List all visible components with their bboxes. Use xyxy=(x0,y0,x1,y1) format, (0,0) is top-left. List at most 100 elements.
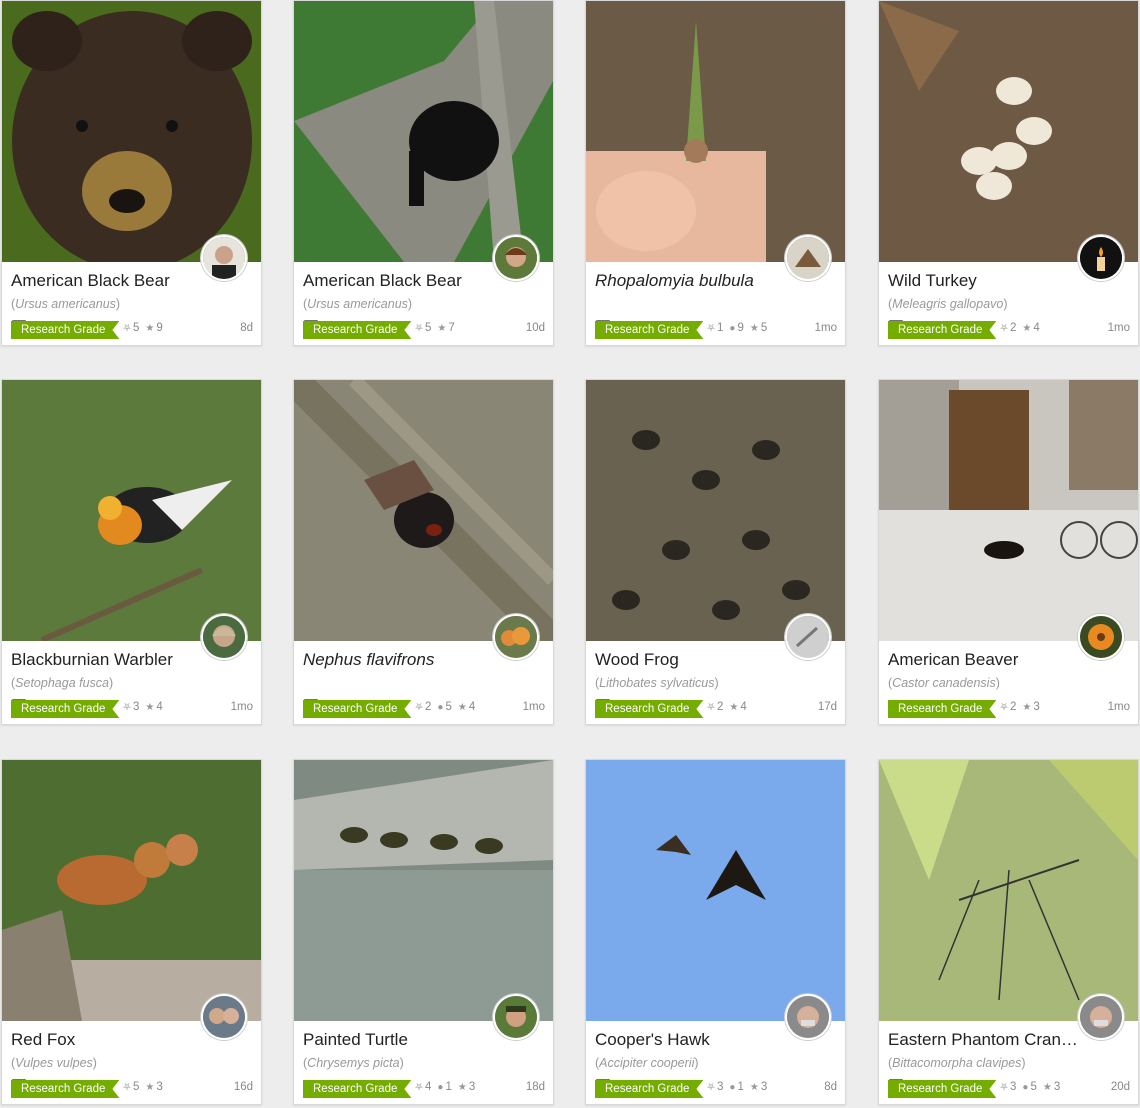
observation-card[interactable]: Painted Turtle (Chrysemys picta) Research … xyxy=(293,759,554,1105)
observation-photo[interactable] xyxy=(586,760,845,1021)
observation-age: 16d xyxy=(233,1081,253,1093)
star-icon: ★ xyxy=(437,323,447,334)
identifications-stat: ⛧ 3 xyxy=(1000,1081,1016,1093)
quality-grade-badge: Research Grade xyxy=(595,321,703,339)
scientific-name-text: Ursus americanus xyxy=(307,297,408,311)
observation-photo[interactable] xyxy=(879,1,1138,262)
species-name[interactable]: Red Fox xyxy=(11,1030,201,1050)
user-avatar[interactable] xyxy=(493,994,539,1040)
card-footer: Research Grade ⛧ 3 ● 5 ★ 3 20d xyxy=(888,1080,1130,1098)
identifications-count: 5 xyxy=(133,1081,140,1093)
observation-photo[interactable] xyxy=(2,380,261,641)
identifications-stat: ⛧ 5 xyxy=(123,322,139,334)
identifications-stat: ⛧ 5 xyxy=(123,1081,139,1093)
species-name[interactable]: Cooper's Hawk xyxy=(595,1030,785,1050)
shield-icon: ⛧ xyxy=(123,1082,131,1093)
scientific-name: (Bittacomorpha clavipes) xyxy=(888,1056,1026,1070)
observation-age: 17d xyxy=(817,701,837,713)
observation-card[interactable]: 3American Black Bear(Ursus americanus)Re… xyxy=(1,0,262,346)
observation-photo[interactable] xyxy=(294,380,553,641)
observation-photo[interactable] xyxy=(879,380,1138,641)
observation-stats: ⛧ 4 ● 1 ★ 3 xyxy=(415,1081,481,1093)
card-footer: Research Grade ⛧ 2 ★ 4 1mo xyxy=(888,321,1130,339)
species-name[interactable]: American Black Bear xyxy=(303,271,493,291)
user-avatar[interactable] xyxy=(1078,994,1124,1040)
user-avatar[interactable] xyxy=(201,235,247,281)
observation-grid: 3 American Black Bear (Ursus americanus) Re… xyxy=(0,0,1140,1108)
quality-grade-badge: Research Grade xyxy=(888,321,996,339)
faves-count: 4 xyxy=(468,701,476,713)
observation-card[interactable]: 4 Nephus flavifrons Research Grade ⛧2 ●5 ★4 1m… xyxy=(293,379,554,725)
species-name[interactable]: Painted Turtle xyxy=(303,1030,493,1050)
comments-stat: ● 9 xyxy=(729,322,743,334)
species-name[interactable]: Nephus flavifrons xyxy=(303,650,493,670)
star-icon: ★ xyxy=(1022,323,1032,334)
observation-card[interactable]: 4American Black Bear(Ursus americanus)Re… xyxy=(293,0,554,346)
observation-card[interactable]: 6Red Fox(Vulpes vulpes)Research Grade⛧5★… xyxy=(1,759,262,1105)
faves-stat: ★ 3 xyxy=(458,1081,475,1093)
faves-count: 3 xyxy=(1033,701,1040,713)
faves-stat: ★ 4 xyxy=(145,701,162,713)
observation-photo[interactable] xyxy=(2,760,261,1021)
observation-stats: ⛧ 3 ● 1 ★ 3 xyxy=(707,1081,773,1093)
faves-count: 4 xyxy=(1033,322,1040,334)
user-avatar[interactable] xyxy=(785,994,831,1040)
observation-stats: ⛧ 3 ● 5 ★ 3 xyxy=(1000,1081,1066,1093)
identifications-stat: ⛧ 2 xyxy=(415,701,431,713)
star-icon: ★ xyxy=(145,323,155,334)
observation-photo[interactable] xyxy=(879,760,1138,1021)
observation-photo[interactable] xyxy=(586,380,845,641)
species-name[interactable]: Wood Frog xyxy=(595,650,785,670)
species-name[interactable]: American Black Bear xyxy=(11,271,201,291)
shield-icon: ⛧ xyxy=(707,323,715,334)
scientific-name: (Setophaga fusca) xyxy=(11,676,114,690)
observation-card[interactable]: 2 Wood Frog (Lithobates sylvaticus) Researc… xyxy=(585,379,846,725)
observation-photo[interactable] xyxy=(586,1,845,262)
star-icon: ★ xyxy=(749,323,759,334)
identifications-stat: ⛧ 2 xyxy=(707,701,723,713)
faves-count: 4 xyxy=(156,701,163,713)
observation-age: 1mo xyxy=(1107,322,1130,334)
observation-card[interactable]: 3Wild Turkey(Meleagris gallopavo)Researc… xyxy=(878,0,1139,346)
observation-stats: ⛧ 2 ★ 3 xyxy=(1000,701,1046,713)
observation-card[interactable]: 3Rhopalomyia bulbulaResearch Grade⛧1●9★5… xyxy=(585,0,846,346)
observation-photo[interactable] xyxy=(2,1,261,262)
user-avatar[interactable] xyxy=(1078,235,1124,281)
user-avatar[interactable] xyxy=(785,235,831,281)
scientific-name-text: Setophaga fusca xyxy=(15,676,109,690)
user-avatar[interactable] xyxy=(201,614,247,660)
scientific-name: (Chrysemys picta) xyxy=(303,1056,404,1070)
identifications-count: 2 xyxy=(1010,322,1017,334)
user-avatar[interactable] xyxy=(1078,614,1124,660)
user-avatar[interactable] xyxy=(201,994,247,1040)
comment-bubble-icon: ● xyxy=(437,1082,444,1093)
observation-photo[interactable] xyxy=(294,1,553,262)
identifications-count: 2 xyxy=(425,701,432,713)
species-name[interactable]: American Beaver xyxy=(888,650,1078,670)
identifications-count: 1 xyxy=(717,322,724,334)
observation-card[interactable]: American Beaver (Castor canadensis) Resear… xyxy=(878,379,1139,725)
user-avatar[interactable] xyxy=(493,235,539,281)
observation-stats: ⛧ 2 ★ 4 xyxy=(707,701,753,713)
species-name[interactable]: Wild Turkey xyxy=(888,271,1078,291)
shield-icon: ⛧ xyxy=(707,1082,715,1093)
identifications-count: 3 xyxy=(133,701,140,713)
observation-card[interactable]: 4 Blackburnian Warbler (Setophaga fusca) Re… xyxy=(1,379,262,725)
species-name[interactable]: Blackburnian Warbler xyxy=(11,650,201,670)
card-footer: Research Grade ⛧ 2 ★ 3 1mo xyxy=(888,700,1130,718)
user-avatar[interactable] xyxy=(493,614,539,660)
star-icon: ★ xyxy=(1042,1082,1052,1093)
user-avatar[interactable] xyxy=(785,614,831,660)
faves-stat: ★ 7 xyxy=(437,322,454,334)
observation-card[interactable]: 2Eastern Phantom Crane…(Bittacomorpha cl… xyxy=(878,759,1139,1105)
scientific-name-text: Lithobates sylvaticus xyxy=(599,676,715,690)
observation-photo[interactable] xyxy=(294,760,553,1021)
comment-bubble-icon: ● xyxy=(437,702,444,713)
species-name[interactable]: Eastern Phantom Crane… xyxy=(888,1030,1078,1050)
shield-icon: ⛧ xyxy=(415,702,423,713)
card-footer: Research Grade ⛧ 2 ★ 4 17d xyxy=(595,700,837,718)
species-name[interactable]: Rhopalomyia bulbula xyxy=(595,271,785,291)
observation-stats: ⛧ 2 ● 5 ★ 4 xyxy=(415,701,481,713)
observation-card[interactable]: 5Cooper's Hawk(Accipiter cooperii)Resear… xyxy=(585,759,846,1105)
observation-age: 8d xyxy=(824,1081,837,1093)
